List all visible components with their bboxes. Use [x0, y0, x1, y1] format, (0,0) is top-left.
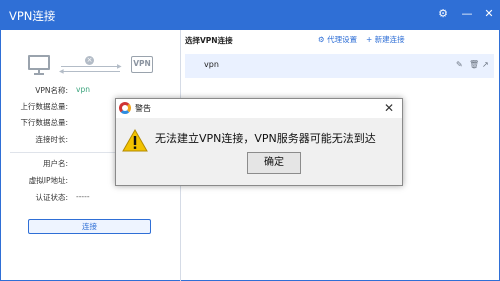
computer-stand [34, 70, 44, 75]
export-icon[interactable]: ↗ [482, 60, 489, 69]
link-line-top [61, 66, 120, 67]
download-label: 下行数据总量: [20, 118, 68, 127]
vpn-name-label: VPN名称: [35, 86, 68, 95]
vpn-name-value: vpn [76, 85, 90, 94]
edit-icon[interactable]: ✎ [456, 60, 463, 69]
warning-icon [122, 129, 148, 152]
dialog-close-icon[interactable]: ✕ [384, 101, 394, 115]
proxy-gear-icon: ⚙ [318, 35, 325, 44]
warning-dialog: 警告 ✕ 无法建立VPN连接，VPN服务器可能无法到达 确定 [115, 98, 403, 186]
vpn-server-icon: VPN [131, 56, 153, 73]
connection-name: vpn [204, 60, 219, 69]
auth-status-row: 认证状态: ----- [1, 192, 181, 206]
delete-trash-icon[interactable]: 🗑 [469, 60, 479, 69]
settings-gear-icon[interactable]: ⚙ [435, 6, 451, 22]
ok-button[interactable]: 确定 [247, 152, 301, 174]
connection-diagram: ▶ ◀ × VPN [1, 53, 181, 79]
arrow-left-icon: ◀ [59, 68, 64, 75]
computer-icon [28, 55, 50, 70]
list-item[interactable]: vpn ✎ 🗑 ↗ [185, 54, 494, 78]
window-title: VPN连接 [9, 9, 56, 23]
proxy-settings-link[interactable]: ⚙ 代理设置 [318, 34, 357, 45]
arrow-right-icon: ▶ [117, 63, 122, 70]
proxy-settings-label: 代理设置 [327, 35, 358, 44]
auth-status-value: ----- [76, 192, 90, 201]
app-logo-icon [119, 102, 131, 114]
virtual-ip-label: 虚拟IP地址: [28, 176, 68, 185]
close-window-button[interactable]: ✕ [481, 6, 497, 22]
vpn-server-label: VPN [133, 59, 151, 68]
minimize-button[interactable]: — [459, 6, 475, 22]
username-label: 用户名: [42, 159, 68, 168]
select-vpn-heading: 选择VPN连接 [185, 36, 233, 45]
title-bar: VPN连接 ⚙ — ✕ [1, 1, 499, 30]
disconnected-x-icon: × [85, 56, 94, 65]
link-line-bottom [61, 71, 120, 72]
new-connection-link[interactable]: + 新建连接 [366, 34, 405, 45]
dialog-title-bar: 警告 ✕ [116, 99, 402, 118]
dialog-message: 无法建立VPN连接，VPN服务器可能无法到达 [155, 132, 376, 145]
plus-icon: + [366, 35, 373, 44]
upload-label: 上行数据总量: [20, 102, 68, 111]
dialog-title: 警告 [135, 104, 151, 113]
new-connection-label: 新建连接 [374, 35, 405, 44]
dialog-body: 无法建立VPN连接，VPN服务器可能无法到达 确定 [116, 118, 402, 185]
duration-label: 连接时长: [35, 135, 68, 144]
connect-button[interactable]: 连接 [28, 219, 151, 234]
auth-status-label: 认证状态: [35, 193, 68, 202]
vpn-name-row: VPN名称: vpn [1, 85, 181, 99]
